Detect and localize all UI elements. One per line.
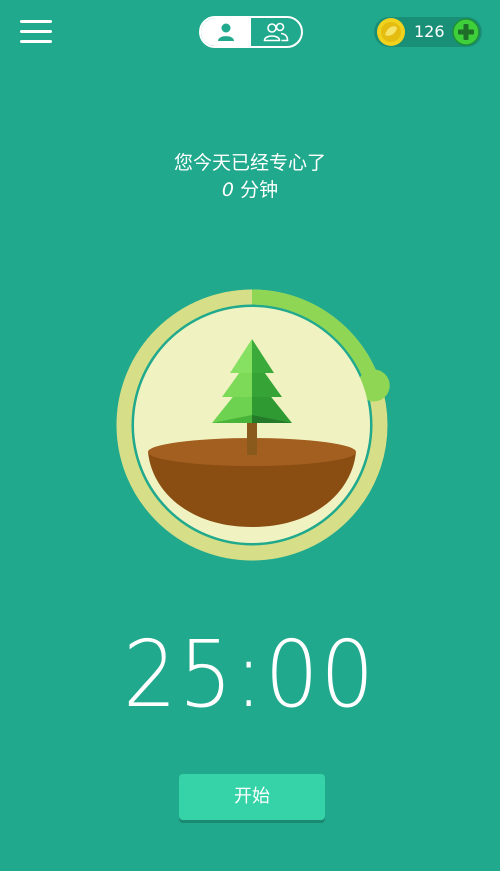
coin-icon: [377, 18, 405, 46]
coin-count: 126: [414, 22, 445, 41]
mode-toggle: [199, 16, 303, 48]
top-bar: 126: [0, 0, 500, 70]
focus-summary: 您今天已经专心了 0 分钟: [0, 150, 500, 204]
group-mode-tab[interactable]: [251, 18, 301, 46]
countdown-timer: 25:00: [0, 620, 500, 730]
tree-timer-dial[interactable]: [114, 287, 390, 563]
start-button[interactable]: 开始: [179, 774, 325, 820]
timer-display: 25:00: [123, 621, 377, 728]
focus-minutes: 0: [221, 179, 235, 201]
single-mode-tab[interactable]: [201, 18, 251, 46]
group-users-icon: [263, 22, 289, 42]
hamburger-menu-icon[interactable]: [20, 16, 54, 46]
single-user-icon: [218, 23, 234, 41]
focus-summary-title: 您今天已经专心了: [173, 152, 326, 174]
add-coins-icon[interactable]: [452, 18, 480, 46]
focus-minutes-unit: 分钟: [240, 179, 279, 201]
focus-summary-time: 0 分钟: [0, 176, 500, 204]
